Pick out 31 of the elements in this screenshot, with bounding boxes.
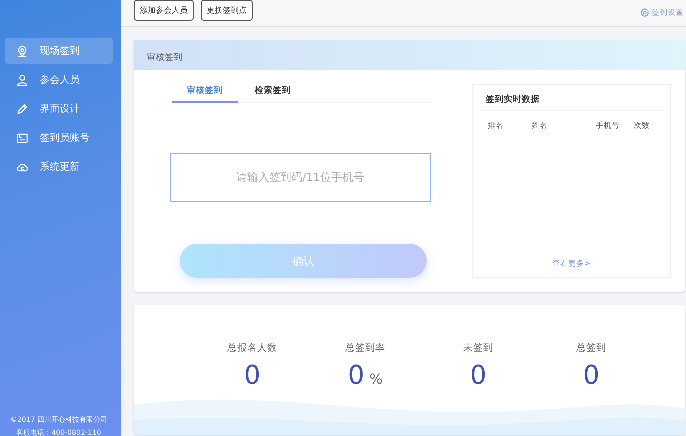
settings-icon: [640, 8, 650, 18]
sidebar-item[interactable]: 参会人员: [5, 67, 113, 93]
stat-value: 0: [244, 361, 261, 391]
nav-label: 界面设计: [40, 102, 80, 116]
pencil-icon: [16, 102, 29, 116]
sidebar-item[interactable]: 系统更新: [5, 154, 113, 180]
stat-value: 0: [583, 361, 600, 391]
panel-title: 签到实时数据: [480, 85, 663, 111]
stat-value: 0: [470, 361, 487, 391]
stat-label: 总签到率: [346, 342, 386, 355]
sidebar-item[interactable]: 界面设计: [5, 96, 113, 122]
tab[interactable]: 检索签到: [240, 84, 306, 102]
stat-label: 总报名人数: [228, 342, 278, 355]
stat-label: 未签到: [464, 342, 494, 355]
toolbar-button[interactable]: 更换签到点: [201, 0, 253, 21]
input-field[interactable]: 请输入签到码/11位手机号: [170, 153, 431, 202]
location-pin-icon: [16, 44, 29, 58]
sidebar-item[interactable]: 现场签到: [5, 38, 113, 64]
sidebar-item[interactable]: 签到员账号: [5, 125, 113, 151]
nav-label: 参会人员: [40, 74, 80, 87]
card-header: 审核签到: [134, 40, 685, 70]
stat-value: 0: [348, 361, 365, 391]
nav-label: 现场签到: [40, 45, 80, 58]
tab[interactable]: 审核签到: [172, 84, 238, 103]
stat-label: 总签到: [576, 342, 606, 355]
nav-label: 签到员账号: [40, 132, 90, 145]
nav-label: 系统更新: [40, 160, 80, 174]
id-card-icon: [16, 132, 29, 144]
toolbar-button[interactable]: 添加参会人员: [134, 0, 194, 21]
person-icon: [16, 74, 29, 86]
unit-label: %: [370, 372, 383, 388]
